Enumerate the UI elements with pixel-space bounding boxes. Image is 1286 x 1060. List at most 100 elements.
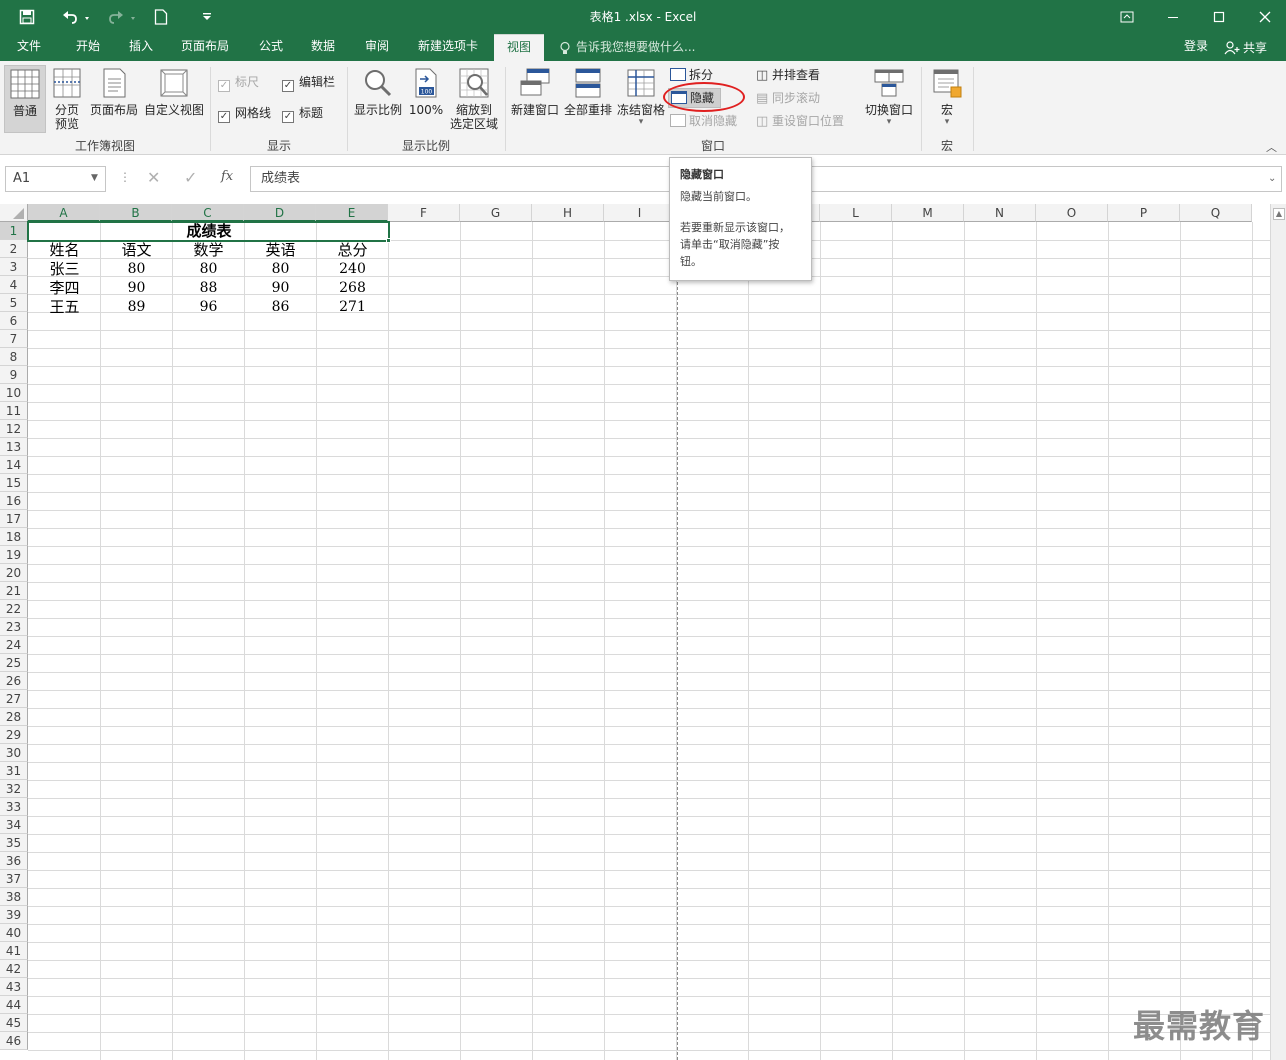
ruler-checkbox[interactable]: ✓ 标尺 [218,72,259,92]
data-cell[interactable]: 80 [101,260,172,278]
expand-formula-bar-icon[interactable]: ⌄ [1268,173,1276,184]
tab-insert[interactable]: 插入 [118,34,164,61]
header-cell-total[interactable]: 总分 [317,241,388,259]
data-cell[interactable]: 86 [245,298,316,316]
column-header-d[interactable]: D [244,204,316,222]
data-cell[interactable]: 271 [317,298,388,316]
column-header-b[interactable]: B [100,204,172,222]
tab-file[interactable]: 文件 [6,34,52,61]
row-header-18[interactable]: 18 [0,528,28,546]
row-header-7[interactable]: 7 [0,330,28,348]
row-header-45[interactable]: 45 [0,1014,28,1032]
tell-me-box[interactable]: 告诉我您想要做什么... [558,34,695,61]
minimize-icon[interactable] [1150,0,1196,34]
tab-home[interactable]: 开始 [64,34,112,61]
row-header-30[interactable]: 30 [0,744,28,762]
new-window-button[interactable]: 新建窗口 [510,65,560,133]
column-header-q[interactable]: Q [1180,204,1252,222]
maximize-icon[interactable] [1196,0,1242,34]
ribbon-display-icon[interactable] [1104,0,1150,34]
close-icon[interactable] [1242,0,1286,34]
column-header-i[interactable]: I [604,204,676,222]
page-layout-view-button[interactable]: 页面布局 [88,65,140,133]
data-cell[interactable]: 80 [245,260,316,278]
column-header-n[interactable]: N [964,204,1036,222]
macros-button[interactable]: 宏 ▾ [926,65,968,133]
row-header-27[interactable]: 27 [0,690,28,708]
insert-function-icon[interactable]: fx [221,169,233,184]
row-header-19[interactable]: 19 [0,546,28,564]
row-header-12[interactable]: 12 [0,420,28,438]
data-cell[interactable]: 90 [245,279,316,297]
login-link[interactable]: 登录 [1184,34,1208,59]
column-header-f[interactable]: F [388,204,460,222]
column-header-m[interactable]: M [892,204,964,222]
name-box-dropdown-icon[interactable]: ▼ [91,173,98,183]
row-header-21[interactable]: 21 [0,582,28,600]
column-header-c[interactable]: C [172,204,244,222]
data-cell[interactable]: 张三 [29,260,100,278]
row-header-22[interactable]: 22 [0,600,28,618]
column-header-o[interactable]: O [1036,204,1108,222]
page-break-preview-button[interactable]: 分页 预览 [48,65,86,133]
scroll-up-icon[interactable]: ▲ [1273,208,1285,220]
cancel-icon[interactable]: ✕ [147,168,160,187]
row-header-32[interactable]: 32 [0,780,28,798]
row-header-17[interactable]: 17 [0,510,28,528]
vertical-scrollbar[interactable]: ▲ [1270,204,1286,1060]
row-header-39[interactable]: 39 [0,906,28,924]
row-header-16[interactable]: 16 [0,492,28,510]
select-all-corner[interactable] [0,204,28,222]
custom-views-button[interactable]: 自定义视图 [142,65,206,133]
row-header-4[interactable]: 4 [0,276,28,294]
header-cell-chinese[interactable]: 语文 [101,241,172,259]
row-header-6[interactable]: 6 [0,312,28,330]
worksheet-grid[interactable]: ABCDEFGHIJKLMNOPQ 1234567891011121314151… [0,204,1286,1060]
row-header-36[interactable]: 36 [0,852,28,870]
row-header-34[interactable]: 34 [0,816,28,834]
view-side-by-side-button[interactable]: ◫ 并排查看 [756,65,820,85]
synchronous-scrolling-button[interactable]: ▤ 同步滚动 [756,88,820,108]
unhide-button[interactable]: 取消隐藏 [670,111,737,131]
row-header-29[interactable]: 29 [0,726,28,744]
row-header-26[interactable]: 26 [0,672,28,690]
header-cell-english[interactable]: 英语 [245,241,316,259]
row-header-33[interactable]: 33 [0,798,28,816]
row-header-40[interactable]: 40 [0,924,28,942]
gridlines-checkbox[interactable]: ✓ 网格线 [218,103,271,123]
column-header-l[interactable]: L [820,204,892,222]
tab-data[interactable]: 数据 [300,34,346,61]
row-header-23[interactable]: 23 [0,618,28,636]
row-header-1[interactable]: 1 [0,222,28,240]
data-cell[interactable]: 80 [173,260,244,278]
row-header-5[interactable]: 5 [0,294,28,312]
data-cell[interactable]: 240 [317,260,388,278]
row-header-11[interactable]: 11 [0,402,28,420]
data-cell[interactable]: 88 [173,279,244,297]
zoom-to-selection-button[interactable]: 缩放到 选定区域 [448,65,500,133]
collapse-ribbon-icon[interactable]: ︿ [1266,139,1277,155]
enter-icon[interactable]: ✓ [184,168,197,187]
data-cell[interactable]: 90 [101,279,172,297]
row-header-15[interactable]: 15 [0,474,28,492]
row-header-9[interactable]: 9 [0,366,28,384]
tab-new-tab[interactable]: 新建选项卡 [408,34,488,61]
data-cell[interactable]: 268 [317,279,388,297]
row-header-44[interactable]: 44 [0,996,28,1014]
row-header-13[interactable]: 13 [0,438,28,456]
zoom-button[interactable]: 显示比例 [352,65,404,133]
row-header-10[interactable]: 10 [0,384,28,402]
row-header-14[interactable]: 14 [0,456,28,474]
column-header-e[interactable]: E [316,204,388,222]
data-cell[interactable]: 96 [173,298,244,316]
tab-page-layout[interactable]: 页面布局 [172,34,238,61]
share-button[interactable]: 共享 [1224,34,1267,61]
switch-windows-button[interactable]: 切换窗口 ▾ [862,65,916,133]
headings-checkbox[interactable]: ✓ 标题 [282,103,323,123]
row-header-37[interactable]: 37 [0,870,28,888]
zoom-100-button[interactable]: 100 100% [406,65,446,133]
row-header-28[interactable]: 28 [0,708,28,726]
row-header-25[interactable]: 25 [0,654,28,672]
header-cell-name[interactable]: 姓名 [29,241,100,259]
column-header-a[interactable]: A [28,204,100,222]
